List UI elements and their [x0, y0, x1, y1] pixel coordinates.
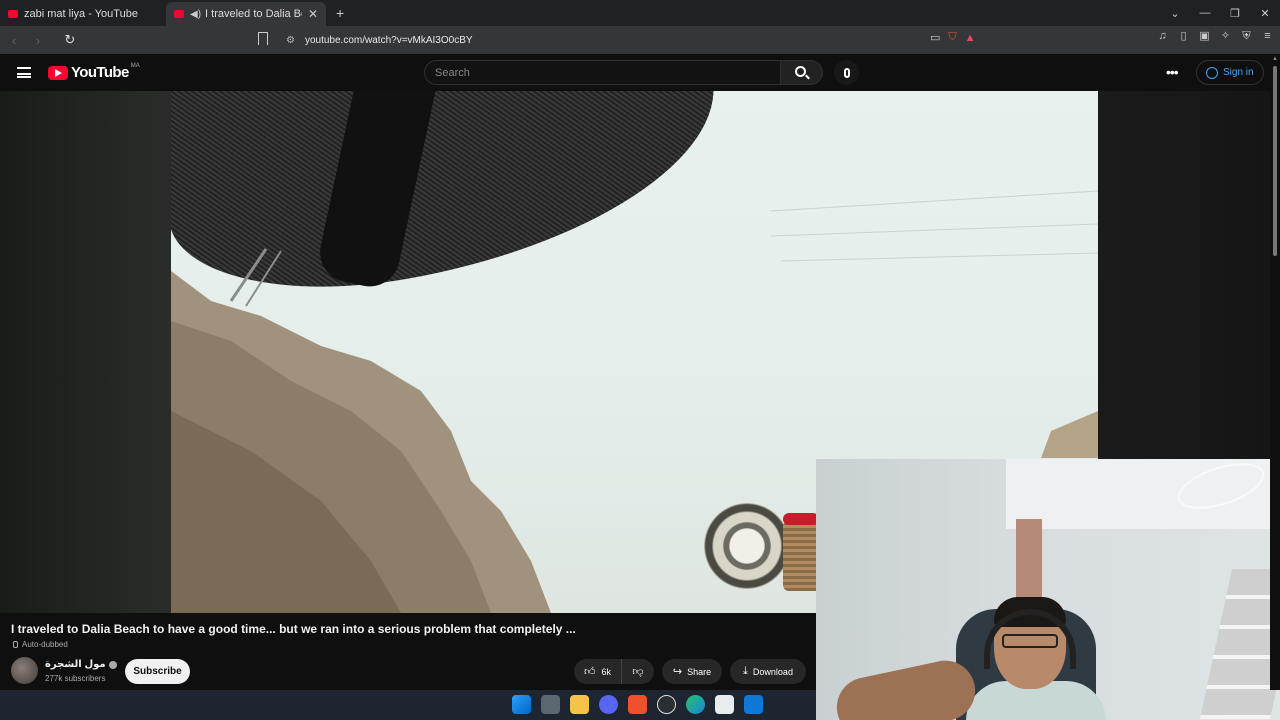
- webcam-person-arm: [831, 655, 981, 720]
- minimize-icon[interactable]: —: [1190, 7, 1220, 19]
- tab-title: zabi mat liya - YouTube: [24, 8, 138, 20]
- subscriber-count: 277k subscribers: [45, 674, 106, 683]
- address-bar[interactable]: ⚙ youtube.com/watch?v=vMkAI3O0cBY: [280, 29, 1000, 51]
- webcam-shelf: [1200, 569, 1280, 719]
- like-dislike-group: 👍︎ 6k 👎︎: [574, 659, 654, 684]
- guide-menu-icon[interactable]: [17, 67, 31, 78]
- brave-icon[interactable]: [628, 695, 647, 714]
- like-button[interactable]: 👍︎ 6k: [574, 659, 622, 684]
- channel-name-text: مول الشجرة: [45, 659, 106, 670]
- voice-search-button[interactable]: [834, 60, 859, 85]
- bookmark-icon[interactable]: [258, 32, 268, 45]
- logo-text: YouTube: [71, 64, 129, 81]
- youtube-header: YouTube MA Search ••• Sign in: [0, 54, 1270, 91]
- search-button[interactable]: [781, 60, 823, 85]
- browser-toolbar: ‹ › ↻ ⚙ youtube.com/watch?v=vMkAI3O0cBY …: [0, 26, 1280, 54]
- channel-name[interactable]: مول الشجرة: [45, 659, 117, 670]
- sidebar-icon[interactable]: ▯: [1177, 30, 1190, 43]
- address-bar-extensions: ▭ ⛉ ▲: [930, 31, 976, 44]
- dashboard-ornament: [704, 503, 790, 589]
- cast-icon[interactable]: ▭: [930, 31, 940, 44]
- dub-microphone-icon: [13, 641, 18, 648]
- webcam-overlay: [816, 459, 1280, 720]
- edge-icon[interactable]: [686, 695, 705, 714]
- account-icon: [1206, 66, 1218, 79]
- discord-icon[interactable]: [599, 695, 618, 714]
- tab-dalia-beach[interactable]: ◀) I traveled to Dalia Beach to h ✕: [166, 2, 326, 26]
- download-label: Download: [752, 666, 793, 677]
- leo-ai-icon[interactable]: ✧: [1219, 30, 1232, 43]
- windows-taskbar: [0, 690, 816, 720]
- back-icon[interactable]: ‹: [4, 33, 24, 48]
- youtube-play-icon: [48, 65, 68, 80]
- site-settings-icon[interactable]: ⚙: [286, 35, 295, 46]
- reload-icon[interactable]: ↻: [60, 32, 80, 48]
- task-view-icon[interactable]: [541, 695, 560, 714]
- close-window-icon[interactable]: ✕: [1250, 7, 1280, 20]
- settings-more-icon[interactable]: •••: [1166, 64, 1179, 80]
- speaker-icon[interactable]: ◀): [190, 9, 201, 20]
- download-button[interactable]: ⤓ Download: [730, 659, 806, 684]
- tab-title: I traveled to Dalia Beach to h: [205, 8, 302, 20]
- tab-zabi-mat-liya[interactable]: zabi mat liya - YouTube: [0, 2, 166, 26]
- auto-dubbed-label: Auto-dubbed: [22, 640, 68, 649]
- thumbs-down-icon: 👎︎: [632, 666, 644, 678]
- windows-start-icon[interactable]: [512, 695, 531, 714]
- search-input[interactable]: Search: [424, 60, 781, 85]
- page-scrollbar[interactable]: ▲: [1270, 54, 1280, 690]
- youtube-favicon-icon: [174, 10, 184, 18]
- auto-dubbed-badge: Auto-dubbed: [13, 640, 68, 649]
- close-tab-icon[interactable]: ✕: [308, 7, 318, 21]
- subscribe-button[interactable]: Subscribe: [125, 659, 190, 684]
- brave-shields-icon[interactable]: ⛉: [948, 31, 956, 44]
- youtube-logo[interactable]: YouTube MA: [48, 62, 140, 81]
- search-icon: [795, 66, 806, 77]
- thumbs-up-icon: 👍︎: [583, 666, 596, 678]
- microphone-icon: [843, 67, 850, 78]
- share-button[interactable]: ↪ Share: [662, 659, 722, 684]
- video-title: I traveled to Dalia Beach to have a good…: [11, 622, 576, 636]
- share-icon: ↪: [672, 666, 683, 678]
- url-text: youtube.com/watch?v=vMkAI3O0cBY: [304, 34, 473, 46]
- menu-icon[interactable]: ≡: [1261, 30, 1274, 43]
- wallet-icon[interactable]: ▣: [1198, 30, 1211, 43]
- search-placeholder: Search: [435, 66, 470, 79]
- browser-tab-strip: zabi mat liya - YouTube ◀) I traveled to…: [0, 0, 1280, 26]
- country-code: MA: [130, 62, 140, 69]
- file-explorer-icon[interactable]: [570, 695, 589, 714]
- brave-rewards-icon[interactable]: ▲: [965, 32, 976, 44]
- taskbar-pinned-apps: [512, 695, 763, 714]
- scroll-up-icon[interactable]: ▲: [1272, 56, 1278, 62]
- sign-in-label: Sign in: [1223, 67, 1254, 78]
- like-count: 6k: [601, 666, 611, 677]
- media-icon[interactable]: ♫: [1156, 30, 1169, 43]
- tab-search-chevron-icon[interactable]: ⌄: [1160, 7, 1190, 20]
- download-icon: ⤓: [743, 665, 748, 677]
- youtube-favicon-icon: [8, 10, 18, 18]
- new-tab-icon[interactable]: +: [336, 5, 344, 21]
- dislike-button[interactable]: 👎︎: [622, 665, 654, 678]
- store-icon[interactable]: [715, 695, 734, 714]
- mail-icon[interactable]: [744, 695, 763, 714]
- restore-icon[interactable]: ❐: [1220, 7, 1250, 20]
- window-controls: ⌄ — ❐ ✕: [1160, 0, 1280, 26]
- sign-in-button[interactable]: Sign in: [1196, 60, 1264, 85]
- share-label: Share: [687, 666, 712, 677]
- forward-icon[interactable]: ›: [28, 33, 48, 48]
- vpn-icon[interactable]: ⛨: [1240, 30, 1253, 43]
- chatgpt-icon[interactable]: [657, 695, 676, 714]
- channel-avatar[interactable]: [11, 657, 38, 684]
- toolbar-right: ♫ ▯ ▣ ✧ ⛨ ≡: [1156, 30, 1274, 43]
- scrollbar-thumb[interactable]: [1273, 66, 1277, 256]
- verified-icon: [108, 660, 117, 669]
